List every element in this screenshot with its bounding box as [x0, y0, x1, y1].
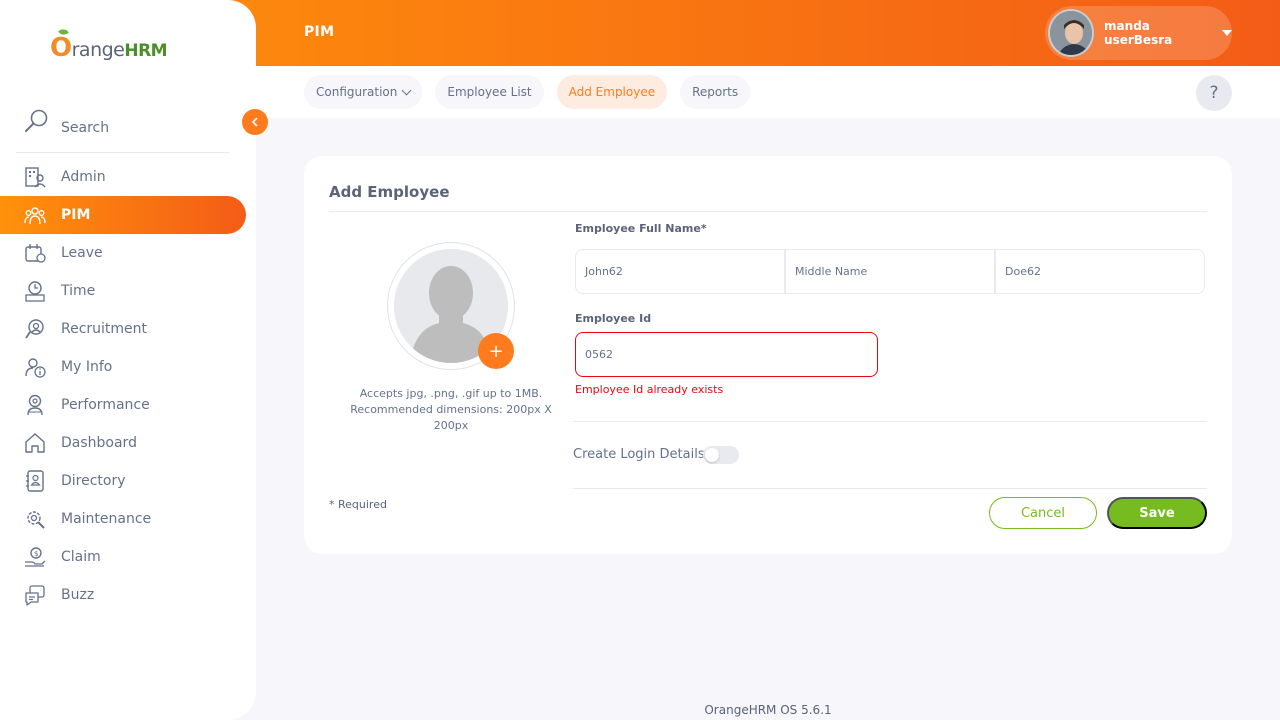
sidebar: O range HRM Search Admin PIM Leave Time: [0, 0, 256, 720]
sidebar-item-buzz[interactable]: Buzz: [0, 576, 256, 614]
sidebar-item-label: Claim: [61, 549, 101, 565]
save-button[interactable]: Save: [1107, 497, 1207, 529]
maintenance-icon: [24, 508, 46, 530]
sidebar-item-label: My Info: [61, 359, 113, 375]
buzz-icon: [24, 584, 46, 606]
sidebar-item-my-info[interactable]: My Info: [0, 348, 256, 386]
cancel-button[interactable]: Cancel: [989, 497, 1097, 529]
dashboard-icon: [24, 432, 46, 454]
search-label: Search: [61, 120, 110, 136]
sidebar-item-label: Maintenance: [61, 511, 152, 527]
first-name-input[interactable]: John62: [575, 249, 785, 294]
brand-logo[interactable]: O range HRM: [50, 27, 168, 66]
my-info-icon: [24, 356, 46, 378]
sidebar-item-label: Admin: [61, 169, 106, 185]
sidebar-item-label: Directory: [61, 473, 126, 489]
tab-label: Reports: [692, 85, 739, 99]
employee-id-error: Employee Id already exists: [575, 383, 724, 396]
search-icon: [25, 109, 48, 132]
help-icon: ?: [1209, 83, 1219, 103]
tab-configuration[interactable]: Configuration: [304, 75, 423, 109]
sidebar-item-label: Time: [61, 283, 96, 299]
logo-range: range: [71, 39, 125, 61]
user-name: manda userBesra: [1104, 19, 1173, 47]
employee-id-input[interactable]: 0562: [575, 332, 878, 377]
user-dropdown[interactable]: manda userBesra: [1045, 6, 1232, 60]
tab-label: Configuration: [316, 85, 398, 99]
svg-text:$: $: [34, 550, 38, 558]
sidebar-item-label: Dashboard: [61, 435, 137, 451]
sidebar-item-label: Buzz: [61, 587, 95, 603]
sidebar-item-maintenance[interactable]: Maintenance: [0, 500, 256, 538]
logo-o: O: [50, 27, 72, 63]
photo-hint: Accepts jpg, .png, .gif up to 1MB. Recom…: [350, 387, 552, 432]
directory-icon: [24, 470, 46, 492]
tab-employee-list[interactable]: Employee List: [435, 75, 544, 109]
actions-divider: [573, 488, 1207, 489]
footer-version: OrangeHRM OS 5.6.1: [704, 703, 832, 717]
admin-icon: [24, 166, 46, 188]
sidebar-item-leave[interactable]: Leave: [0, 234, 256, 272]
time-icon: [24, 280, 46, 302]
help-button[interactable]: ?: [1196, 75, 1232, 111]
sidebar-item-directory[interactable]: Directory: [0, 462, 256, 500]
sidebar-search[interactable]: Search: [16, 104, 230, 153]
sidebar-item-label: PIM: [61, 207, 91, 223]
create-login-label: Create Login Details: [573, 447, 705, 462]
avatar: [1048, 9, 1095, 57]
create-login-toggle[interactable]: [703, 446, 739, 464]
title-divider: [329, 211, 1207, 212]
toggle-knob: [705, 448, 719, 462]
main-menu: Admin PIM Leave Time Recruitment My Info…: [0, 158, 256, 614]
middle-name-input[interactable]: Middle Name: [785, 249, 995, 294]
tab-add-employee[interactable]: Add Employee: [556, 75, 668, 109]
page-title: PIM: [304, 24, 335, 40]
sidebar-item-claim[interactable]: $ Claim: [0, 538, 256, 576]
claim-icon: $: [24, 546, 46, 568]
sidebar-collapse-button[interactable]: [242, 109, 268, 135]
pim-icon: [24, 204, 46, 226]
form-title: Add Employee: [329, 183, 450, 201]
chevron-down-icon: [401, 85, 412, 95]
sidebar-item-label: Performance: [61, 397, 150, 413]
top-nav: Configuration Employee List Add Employee…: [256, 66, 1280, 118]
performance-icon: [24, 394, 46, 416]
tab-label: Employee List: [447, 85, 532, 99]
employee-id-label: Employee Id: [575, 312, 652, 325]
add-photo-button[interactable]: +: [478, 333, 514, 369]
plus-icon: +: [488, 340, 504, 362]
section-divider: [573, 421, 1207, 422]
tab-reports[interactable]: Reports: [680, 75, 751, 109]
sidebar-item-admin[interactable]: Admin: [0, 158, 256, 196]
chevron-left-icon: [252, 117, 258, 127]
caret-down-icon: [1222, 30, 1232, 36]
sidebar-item-performance[interactable]: Performance: [0, 386, 256, 424]
sidebar-item-time[interactable]: Time: [0, 272, 256, 310]
full-name-label: Employee Full Name*: [575, 222, 707, 235]
sidebar-item-pim[interactable]: PIM: [0, 196, 246, 234]
add-employee-card: Add Employee + Accepts jpg, .png, .gif u…: [304, 156, 1232, 554]
last-name-input[interactable]: Doe62: [995, 249, 1205, 294]
sidebar-item-dashboard[interactable]: Dashboard: [0, 424, 256, 462]
logo-hrm: HRM: [124, 41, 168, 61]
recruitment-icon: [24, 318, 46, 340]
sidebar-item-label: Recruitment: [61, 321, 148, 337]
user-avatar-icon: [1050, 11, 1093, 55]
leave-icon: [24, 242, 46, 264]
sidebar-item-label: Leave: [61, 245, 103, 261]
required-note: * Required: [329, 498, 387, 511]
tab-label: Add Employee: [568, 85, 656, 99]
sidebar-item-recruitment[interactable]: Recruitment: [0, 310, 256, 348]
